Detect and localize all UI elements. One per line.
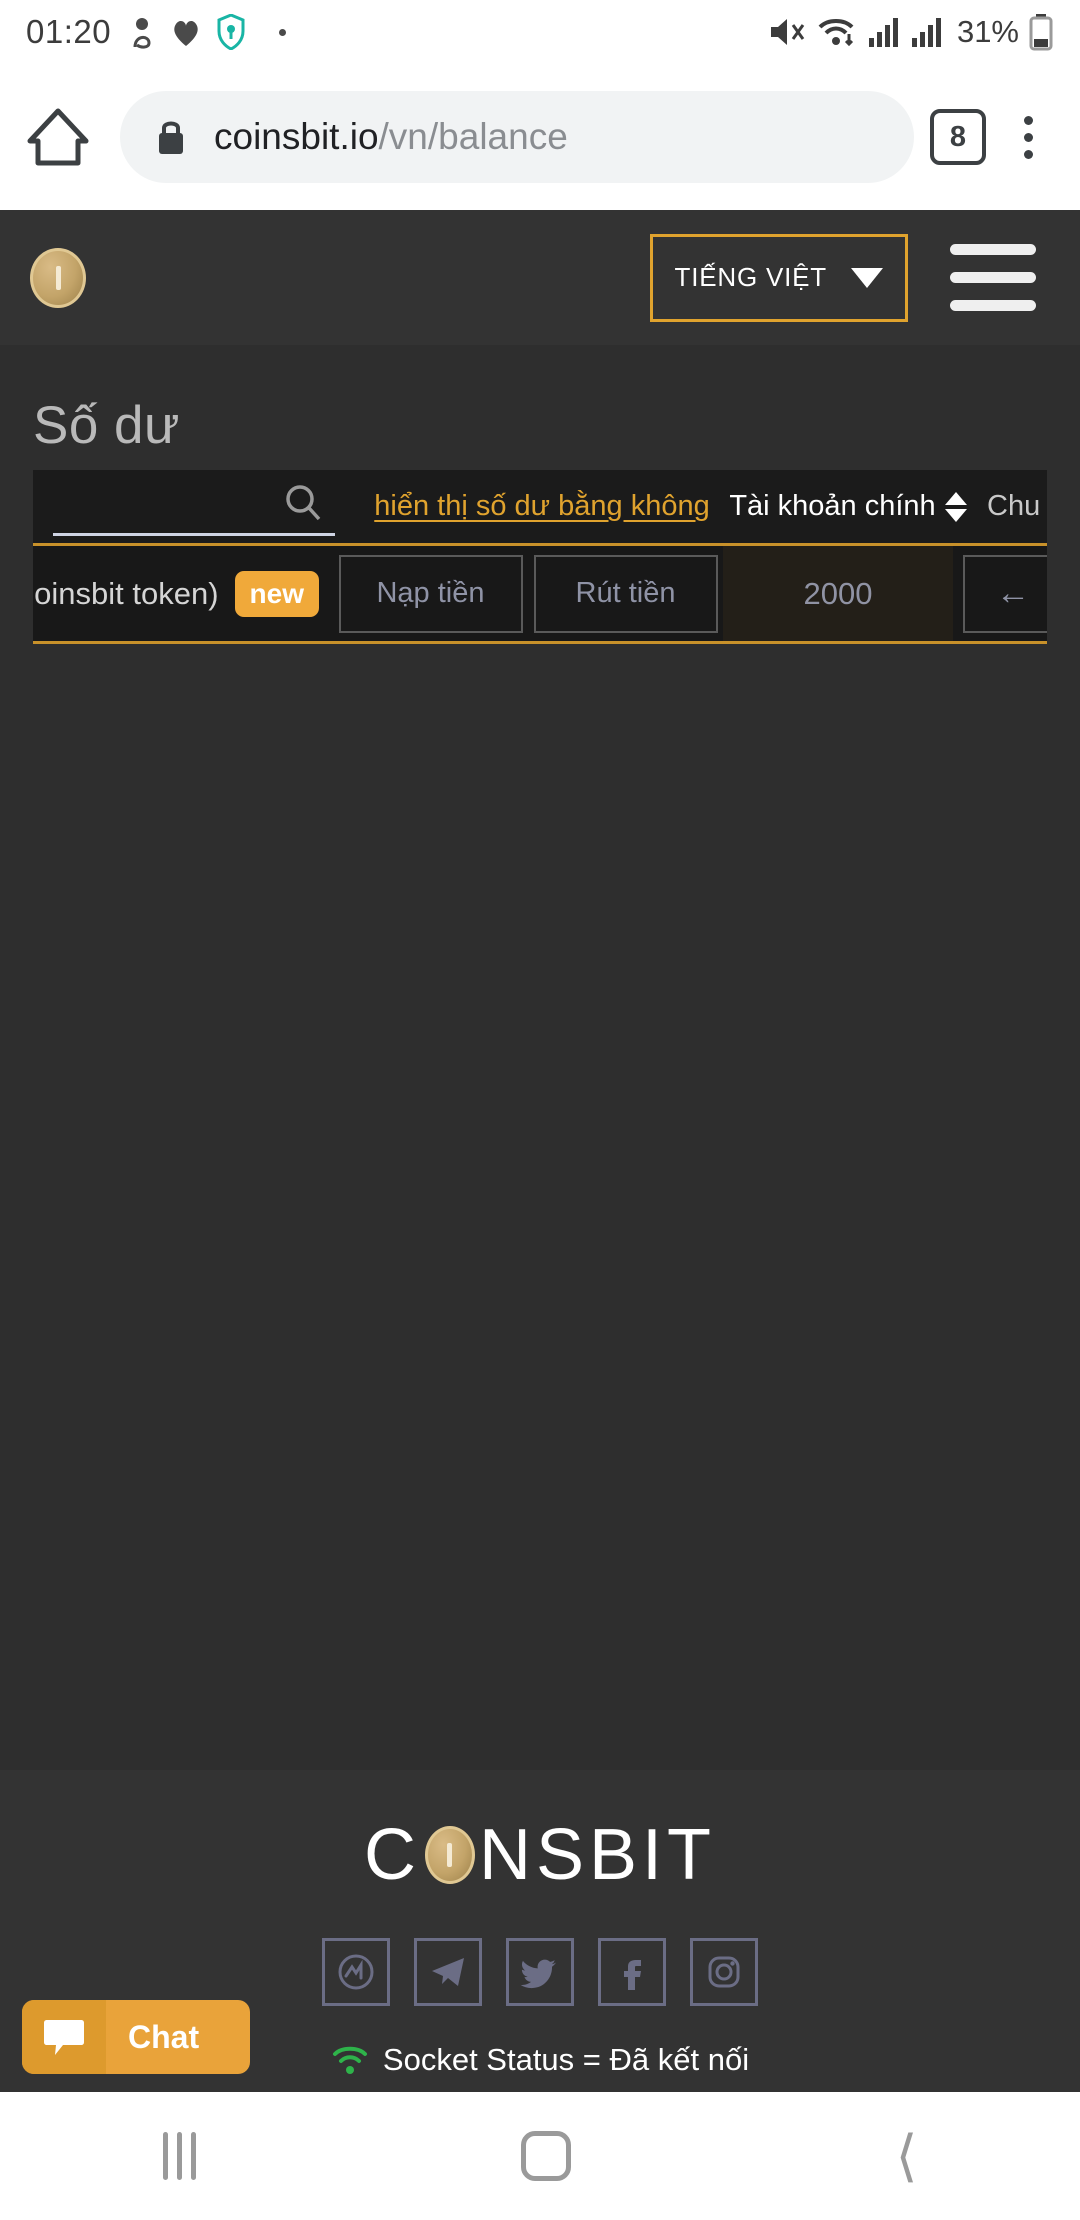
signal-2-icon xyxy=(911,18,941,47)
home-square-icon[interactable] xyxy=(520,2131,571,2181)
main-account-value: 2000 xyxy=(803,575,873,611)
social-links xyxy=(322,1938,758,2006)
url-text: coinsbit.io/vn/balance xyxy=(214,116,568,158)
footer-logo-right: NSBIT xyxy=(478,1815,717,1895)
chat-bubble-icon xyxy=(22,2000,106,2074)
chat-label: Chat xyxy=(128,2018,200,2055)
site-header: TIẾNG VIỆT xyxy=(0,210,1080,345)
heart-icon xyxy=(174,20,198,46)
browser-toolbar: coinsbit.io/vn/balance 8 xyxy=(0,64,1080,210)
mute-icon xyxy=(770,19,805,45)
telegram-icon[interactable] xyxy=(414,1938,482,2006)
chat-widget-button[interactable]: Chat xyxy=(22,2000,250,2074)
url-bar[interactable]: coinsbit.io/vn/balance xyxy=(120,91,914,183)
withdraw-button[interactable]: Rút tiền xyxy=(533,554,718,633)
url-domain: coinsbit.io xyxy=(214,116,379,157)
token-cell: Coinsbit token) new xyxy=(33,546,333,641)
overflow-menu-icon[interactable] xyxy=(998,115,1058,159)
footer-logo: C NSBIT xyxy=(364,1814,716,1896)
deposit-button[interactable]: Nạp tiền xyxy=(338,554,523,633)
battery-icon xyxy=(1029,14,1053,51)
column-next-clipped[interactable]: Chu xyxy=(963,470,1040,543)
url-path: /vn/balance xyxy=(378,116,568,157)
socket-status: Socket Status = Đã kết nối xyxy=(331,2042,749,2078)
do-not-disturb-icon xyxy=(133,18,151,49)
facebook-icon[interactable] xyxy=(598,1938,666,2006)
battery-percent-label: 31% xyxy=(956,14,1019,49)
phone-screen: 01:20 31% coinsbit.io/vn/balance 8 TIẾNG… xyxy=(0,0,1080,2220)
socket-status-label: Socket Status = Đã kết nối xyxy=(382,2042,750,2077)
withdraw-cell: Rút tiền xyxy=(528,546,723,641)
status-bar-notification-icons xyxy=(129,14,287,50)
show-zero-balance-label: hiển thị số dư bằng không xyxy=(374,490,710,522)
page-title: Số dư xyxy=(33,396,181,455)
column-main-account-label: Tài khoản chính xyxy=(729,490,936,522)
token-name: Coinsbit token) xyxy=(33,575,219,611)
show-zero-balance-link[interactable]: hiển thị số dư bằng không xyxy=(351,470,733,543)
status-bar-clock: 01:20 xyxy=(26,13,112,50)
column-next-label: Chu xyxy=(987,490,1041,522)
main-account-value-cell: 2000 xyxy=(723,546,953,641)
page-content: Số dư hiển thị số dư bằng không Tài khoả… xyxy=(0,345,1080,1770)
search-input[interactable] xyxy=(53,478,335,536)
recent-apps-icon[interactable] xyxy=(162,2132,196,2180)
status-bar-system-icons: 31% xyxy=(767,13,1054,51)
balance-table: hiển thị số dư bằng không Tài khoản chín… xyxy=(33,470,1047,644)
status-badge: new xyxy=(234,570,319,617)
table-row: Coinsbit token) new Nạp tiền Rút tiền 20… xyxy=(33,546,1047,644)
balance-table-header: hiển thị số dư bằng không Tài khoản chín… xyxy=(33,470,1047,546)
wifi-connected-icon xyxy=(332,2046,367,2074)
column-main-account[interactable]: Tài khoản chính xyxy=(729,470,967,543)
lock-icon xyxy=(159,121,183,154)
coinmarketcap-icon[interactable] xyxy=(322,1938,390,2006)
wifi-icon xyxy=(818,19,854,47)
android-nav-bar: ⟨ xyxy=(0,2092,1080,2220)
signal-1-icon xyxy=(868,18,898,47)
back-chevron-icon[interactable]: ⟨ xyxy=(896,2128,918,2184)
transfer-cell: ← xyxy=(953,546,1047,641)
home-icon[interactable] xyxy=(22,101,94,173)
deposit-cell: Nạp tiền xyxy=(333,546,528,641)
instagram-icon[interactable] xyxy=(690,1938,758,2006)
search-icon xyxy=(286,485,321,521)
coinsbit-coin-logo-icon[interactable] xyxy=(30,247,86,308)
footer-logo-left: C xyxy=(363,1815,421,1895)
dot-icon xyxy=(279,28,287,36)
language-selector[interactable]: TIẾNG VIỆT xyxy=(649,233,908,322)
language-label: TIẾNG VIỆT xyxy=(674,262,827,292)
vpn-shield-icon xyxy=(217,14,245,50)
arrow-left-icon[interactable]: ← xyxy=(963,554,1047,633)
search-cell xyxy=(33,470,351,543)
android-status-bar: 01:20 31% xyxy=(0,0,1080,64)
twitter-icon[interactable] xyxy=(506,1938,574,2006)
coinsbit-coin-logo-icon xyxy=(424,1826,475,1884)
tab-counter-button[interactable]: 8 xyxy=(930,109,986,165)
hamburger-menu-icon[interactable] xyxy=(950,244,1036,311)
chevron-down-icon xyxy=(851,267,883,288)
